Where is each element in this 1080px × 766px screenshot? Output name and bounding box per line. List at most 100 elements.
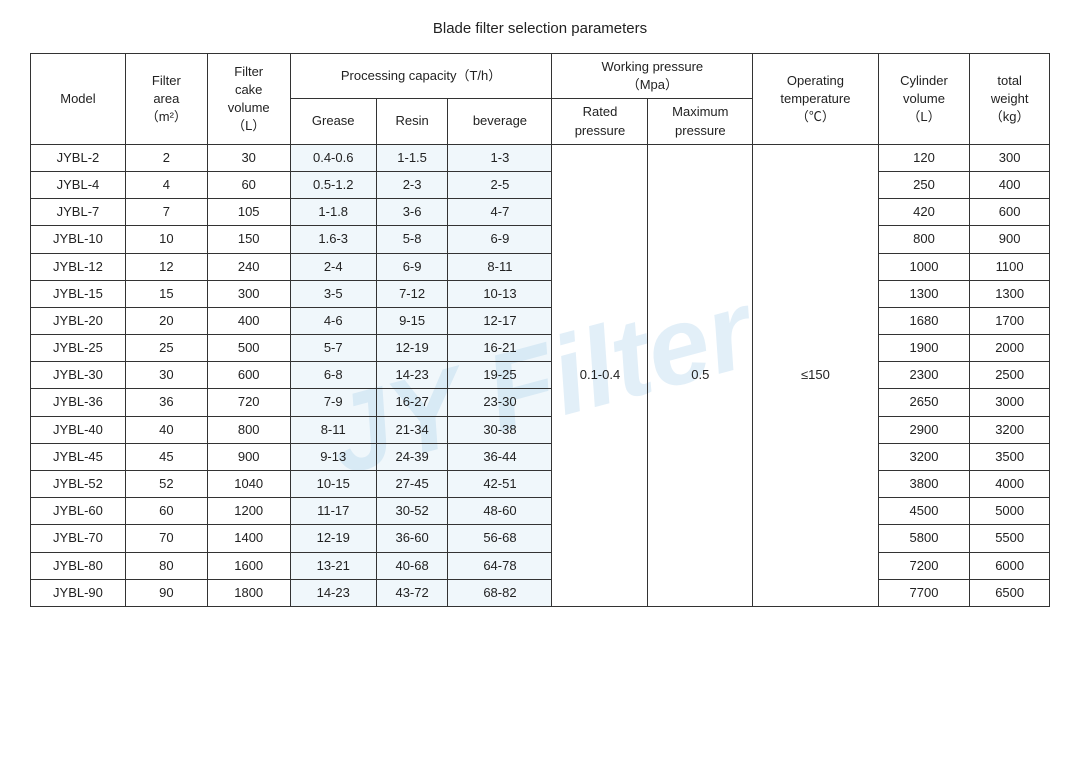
cell-beverage: 42-51 — [448, 471, 552, 498]
cell-cake: 400 — [207, 307, 290, 334]
cell-resin: 36-60 — [376, 525, 448, 552]
cell-area: 45 — [125, 443, 207, 470]
header-max-pressure: Maximumpressure — [648, 99, 753, 144]
cell-total-weight: 900 — [970, 226, 1050, 253]
cell-cake: 1400 — [207, 525, 290, 552]
header-total-weight: totalweight（kg） — [970, 54, 1050, 145]
cell-beverage: 10-13 — [448, 280, 552, 307]
cell-area: 7 — [125, 199, 207, 226]
cell-model: JYBL-60 — [31, 498, 126, 525]
cell-cylinder-volume: 7200 — [878, 552, 970, 579]
cell-grease: 0.4-0.6 — [290, 144, 376, 171]
cell-resin: 16-27 — [376, 389, 448, 416]
cell-grease: 7-9 — [290, 389, 376, 416]
cell-grease: 1-1.8 — [290, 199, 376, 226]
cell-beverage: 19-25 — [448, 362, 552, 389]
cell-cake: 1600 — [207, 552, 290, 579]
cell-total-weight: 4000 — [970, 471, 1050, 498]
cell-cylinder-volume: 1300 — [878, 280, 970, 307]
cell-area: 2 — [125, 144, 207, 171]
cell-beverage: 4-7 — [448, 199, 552, 226]
cell-grease: 4-6 — [290, 307, 376, 334]
cell-beverage: 6-9 — [448, 226, 552, 253]
cell-total-weight: 400 — [970, 171, 1050, 198]
cell-area: 52 — [125, 471, 207, 498]
cell-area: 70 — [125, 525, 207, 552]
cell-beverage: 16-21 — [448, 335, 552, 362]
cell-model: JYBL-12 — [31, 253, 126, 280]
cell-beverage: 23-30 — [448, 389, 552, 416]
cell-grease: 2-4 — [290, 253, 376, 280]
cell-cake: 150 — [207, 226, 290, 253]
cell-total-weight: 6500 — [970, 579, 1050, 606]
cell-total-weight: 2500 — [970, 362, 1050, 389]
cell-cake: 720 — [207, 389, 290, 416]
cell-area: 36 — [125, 389, 207, 416]
cell-cylinder-volume: 2650 — [878, 389, 970, 416]
cell-cylinder-volume: 2900 — [878, 416, 970, 443]
cell-cake: 105 — [207, 199, 290, 226]
cell-area: 10 — [125, 226, 207, 253]
cell-model: JYBL-2 — [31, 144, 126, 171]
cell-cylinder-volume: 420 — [878, 199, 970, 226]
cell-total-weight: 1700 — [970, 307, 1050, 334]
cell-total-weight: 1300 — [970, 280, 1050, 307]
cell-area: 20 — [125, 307, 207, 334]
header-cylinder-volume: Cylindervolume（L） — [878, 54, 970, 145]
cell-grease: 3-5 — [290, 280, 376, 307]
cell-cake: 500 — [207, 335, 290, 362]
cell-cake: 1200 — [207, 498, 290, 525]
header-rated-pressure: Ratedpressure — [552, 99, 648, 144]
cell-cylinder-volume: 4500 — [878, 498, 970, 525]
cell-resin: 12-19 — [376, 335, 448, 362]
cell-model: JYBL-80 — [31, 552, 126, 579]
cell-cake: 1040 — [207, 471, 290, 498]
header-resin: Resin — [376, 99, 448, 144]
header-working-pressure: Working pressure（Mpa） — [552, 54, 753, 99]
cell-grease: 0.5-1.2 — [290, 171, 376, 198]
cell-cylinder-volume: 7700 — [878, 579, 970, 606]
header-processing: Processing capacity（T/h） — [290, 54, 552, 99]
cell-area: 25 — [125, 335, 207, 362]
cell-cake: 800 — [207, 416, 290, 443]
cell-area: 40 — [125, 416, 207, 443]
cell-resin: 21-34 — [376, 416, 448, 443]
cell-beverage: 30-38 — [448, 416, 552, 443]
cell-grease: 1.6-3 — [290, 226, 376, 253]
cell-beverage: 64-78 — [448, 552, 552, 579]
cell-grease: 12-19 — [290, 525, 376, 552]
cell-model: JYBL-36 — [31, 389, 126, 416]
cell-cake: 240 — [207, 253, 290, 280]
cell-resin: 40-68 — [376, 552, 448, 579]
cell-beverage: 12-17 — [448, 307, 552, 334]
cell-model: JYBL-15 — [31, 280, 126, 307]
cell-resin: 27-45 — [376, 471, 448, 498]
cell-cylinder-volume: 800 — [878, 226, 970, 253]
cell-total-weight: 3000 — [970, 389, 1050, 416]
cell-total-weight: 3500 — [970, 443, 1050, 470]
cell-total-weight: 5500 — [970, 525, 1050, 552]
cell-cylinder-volume: 5800 — [878, 525, 970, 552]
cell-resin: 43-72 — [376, 579, 448, 606]
cell-cylinder-volume: 1900 — [878, 335, 970, 362]
cell-model: JYBL-20 — [31, 307, 126, 334]
cell-cylinder-volume: 250 — [878, 171, 970, 198]
cell-operating-temp: ≤150 — [753, 144, 878, 606]
cell-resin: 9-15 — [376, 307, 448, 334]
cell-cake: 600 — [207, 362, 290, 389]
cell-grease: 13-21 — [290, 552, 376, 579]
page-title: Blade filter selection parameters — [433, 20, 647, 37]
cell-beverage: 56-68 — [448, 525, 552, 552]
cell-beverage: 8-11 — [448, 253, 552, 280]
cell-cake: 30 — [207, 144, 290, 171]
cell-model: JYBL-45 — [31, 443, 126, 470]
cell-cake: 900 — [207, 443, 290, 470]
cell-grease: 10-15 — [290, 471, 376, 498]
cell-rated-pressure: 0.1-0.4 — [552, 144, 648, 606]
cell-resin: 14-23 — [376, 362, 448, 389]
header-beverage: beverage — [448, 99, 552, 144]
cell-model: JYBL-4 — [31, 171, 126, 198]
cell-cylinder-volume: 120 — [878, 144, 970, 171]
cell-cylinder-volume: 3200 — [878, 443, 970, 470]
cell-total-weight: 2000 — [970, 335, 1050, 362]
